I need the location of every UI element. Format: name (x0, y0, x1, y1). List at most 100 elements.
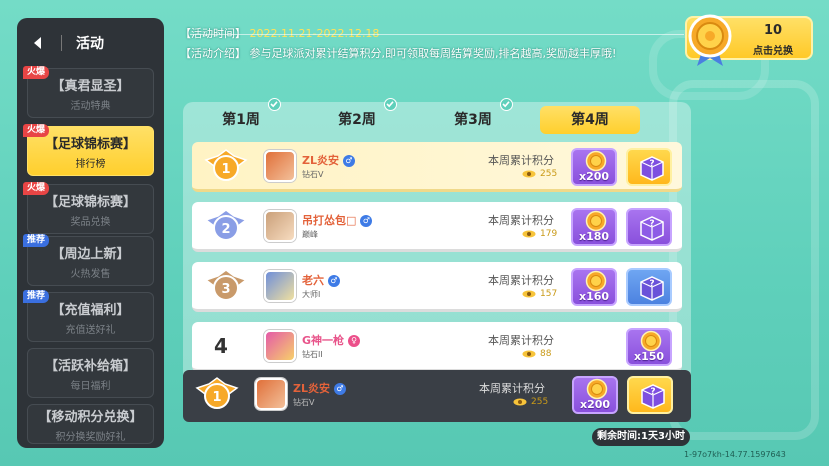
score-label: 本周累计积分 (488, 214, 554, 227)
avatar[interactable] (264, 270, 296, 302)
reward-count: x150 (633, 350, 665, 363)
leaderboard-row: 3 老六 ♂ 大师I 本周累计积分 157 x160 ? (192, 262, 682, 312)
svg-text:?: ? (649, 159, 654, 169)
coin-reward[interactable]: x160 (571, 268, 617, 306)
sidebar-badge: 推荐 (23, 234, 50, 247)
coin-reward[interactable]: x200 (571, 148, 617, 186)
male-icon: ♂ (360, 215, 373, 227)
svg-text:1: 1 (221, 162, 230, 177)
version-text: 1-97o7kh-14.77.1597643 (684, 450, 786, 459)
svg-text:2: 2 (221, 222, 230, 237)
player-name-line: 吊打怂包□ ♂ (302, 212, 373, 228)
score-value: 255 (513, 397, 548, 407)
score-value: 255 (522, 169, 557, 179)
rank-medal-icon: 1 (204, 148, 248, 188)
mystery-box-icon: ? (637, 213, 667, 247)
sidebar-item-label: 【周边上新】 (51, 246, 130, 262)
score-number: 255 (540, 169, 558, 179)
leaderboard-row: 1 ZL炎安 ♂ 钻石V 本周累计积分 255 x200 ? (192, 142, 682, 192)
avatar[interactable] (255, 378, 287, 410)
score-number: 88 (540, 349, 552, 359)
tab-label: 第4周 (571, 112, 609, 128)
leaderboard-row: 4 G神一枪 ♀ 钻石II 本周累计积分 88 x150 (192, 322, 682, 372)
tab-week-3[interactable]: 第3周 (423, 98, 523, 134)
sidebar-item-sub: 奖品兑换 (70, 216, 111, 228)
mystery-box-reward[interactable]: ? (626, 208, 672, 246)
player-name: G神一枪 (302, 334, 345, 347)
activity-intro-label: 【活动介绍】 (180, 47, 246, 60)
reward-count: x160 (578, 290, 610, 303)
reward-count: x200 (579, 398, 611, 411)
score-value: 157 (522, 289, 557, 299)
player-tier: 钻石II (302, 350, 323, 359)
coin-reward[interactable]: x180 (571, 208, 617, 246)
leaderboard-row: 2 吊打怂包□ ♂ 巅峰 本周累计积分 179 x180 ? (192, 202, 682, 252)
sidebar-item-sub: 每日福利 (70, 380, 111, 392)
svg-text:3: 3 (221, 282, 230, 297)
week-tabs: 第1周 第2周 第3周 第4周 (183, 98, 691, 136)
sidebar-item-label: 【足球锦标赛】 (44, 136, 136, 152)
reward-count: x200 (578, 170, 610, 183)
check-icon (384, 98, 397, 111)
sidebar-item[interactable]: 【移动积分兑换】 积分换奖励好礼 (27, 404, 154, 444)
score-label: 本周累计积分 (488, 334, 554, 347)
back-arrow-icon[interactable] (31, 36, 45, 50)
avatar[interactable] (264, 330, 296, 362)
mystery-box-icon: ? (638, 381, 668, 415)
medal-icon (681, 12, 739, 72)
reward-count: x180 (578, 230, 610, 243)
check-icon (500, 98, 513, 111)
male-icon: ♂ (343, 155, 355, 167)
tab-week-1[interactable]: 第1周 (191, 98, 291, 134)
activity-time: 【活动时间】 2022.11.21-2022.12.18 (180, 25, 379, 41)
svg-text:1: 1 (212, 390, 221, 405)
my-rank-row: 1 ZL炎安 ♂ 钻石V 本周累计积分 255 x200 ? (183, 370, 691, 422)
score-label: 本周累计积分 (488, 154, 554, 167)
coin-reward[interactable]: x200 (572, 376, 618, 414)
rank-medal-icon: 2 (204, 208, 248, 248)
tab-label: 第3周 (454, 112, 492, 128)
tab-week-2[interactable]: 第2周 (307, 98, 407, 134)
player-name-line: ZL炎安 ♂ (302, 152, 355, 168)
exchange-label: 点击兑换 (753, 46, 793, 57)
rank-number: 4 (214, 334, 228, 358)
sidebar-item-sub: 充值送好礼 (65, 324, 116, 336)
score-value: 88 (522, 349, 551, 359)
sidebar-item-label: 【移动积分兑换】 (38, 409, 143, 425)
divider (190, 34, 684, 35)
score-value: 179 (522, 229, 557, 239)
player-name-line: 老六 ♂ (302, 272, 340, 288)
male-icon: ♂ (328, 275, 340, 287)
rank-medal-icon: 1 (195, 376, 239, 416)
coin-reward[interactable]: x150 (626, 328, 672, 366)
remaining-time: 剩余时间:1天3小时 (592, 428, 690, 446)
sidebar-item-label: 【真君显圣】 (51, 78, 130, 94)
sidebar-header: 活动 (17, 18, 164, 68)
tab-label: 第1周 (222, 112, 260, 128)
tab-week-4[interactable]: 第4周 (540, 106, 640, 134)
avatar[interactable] (264, 150, 296, 182)
player-name: ZL炎安 (293, 382, 330, 395)
sidebar-item-sub: 积分换奖励好礼 (55, 431, 126, 443)
mystery-box-reward[interactable]: ? (626, 148, 672, 186)
score-number: 157 (540, 289, 558, 299)
exchange-button[interactable]: 10 点击兑换 (685, 14, 813, 66)
svg-text:?: ? (649, 279, 654, 289)
player-tier: 巅峰 (302, 230, 318, 239)
sidebar-item-label: 【活跃补给箱】 (44, 358, 136, 374)
sidebar-badge: 推荐 (23, 290, 50, 303)
mystery-box-reward[interactable]: ? (627, 376, 673, 414)
tab-label: 第2周 (338, 112, 376, 128)
exchange-count: 10 (763, 23, 783, 38)
sidebar-title: 活动 (76, 36, 104, 52)
score-number: 255 (531, 397, 549, 407)
activity-intro-text: 参与足球派对累计结算积分,即可领取每周结算奖励,排名越高,奖励越丰厚哦! (249, 47, 617, 60)
activity-intro: 【活动介绍】 参与足球派对累计结算积分,即可领取每周结算奖励,排名越高,奖励越丰… (180, 45, 616, 61)
avatar[interactable] (264, 210, 296, 242)
mystery-box-reward[interactable]: ? (626, 268, 672, 306)
sidebar-item-sub: 排行榜 (75, 158, 106, 170)
sidebar-badge: 火爆 (23, 124, 50, 137)
sidebar-item[interactable]: 【活跃补给箱】 每日福利 (27, 348, 154, 398)
svg-text:?: ? (650, 387, 655, 397)
mystery-box-icon: ? (637, 153, 667, 187)
